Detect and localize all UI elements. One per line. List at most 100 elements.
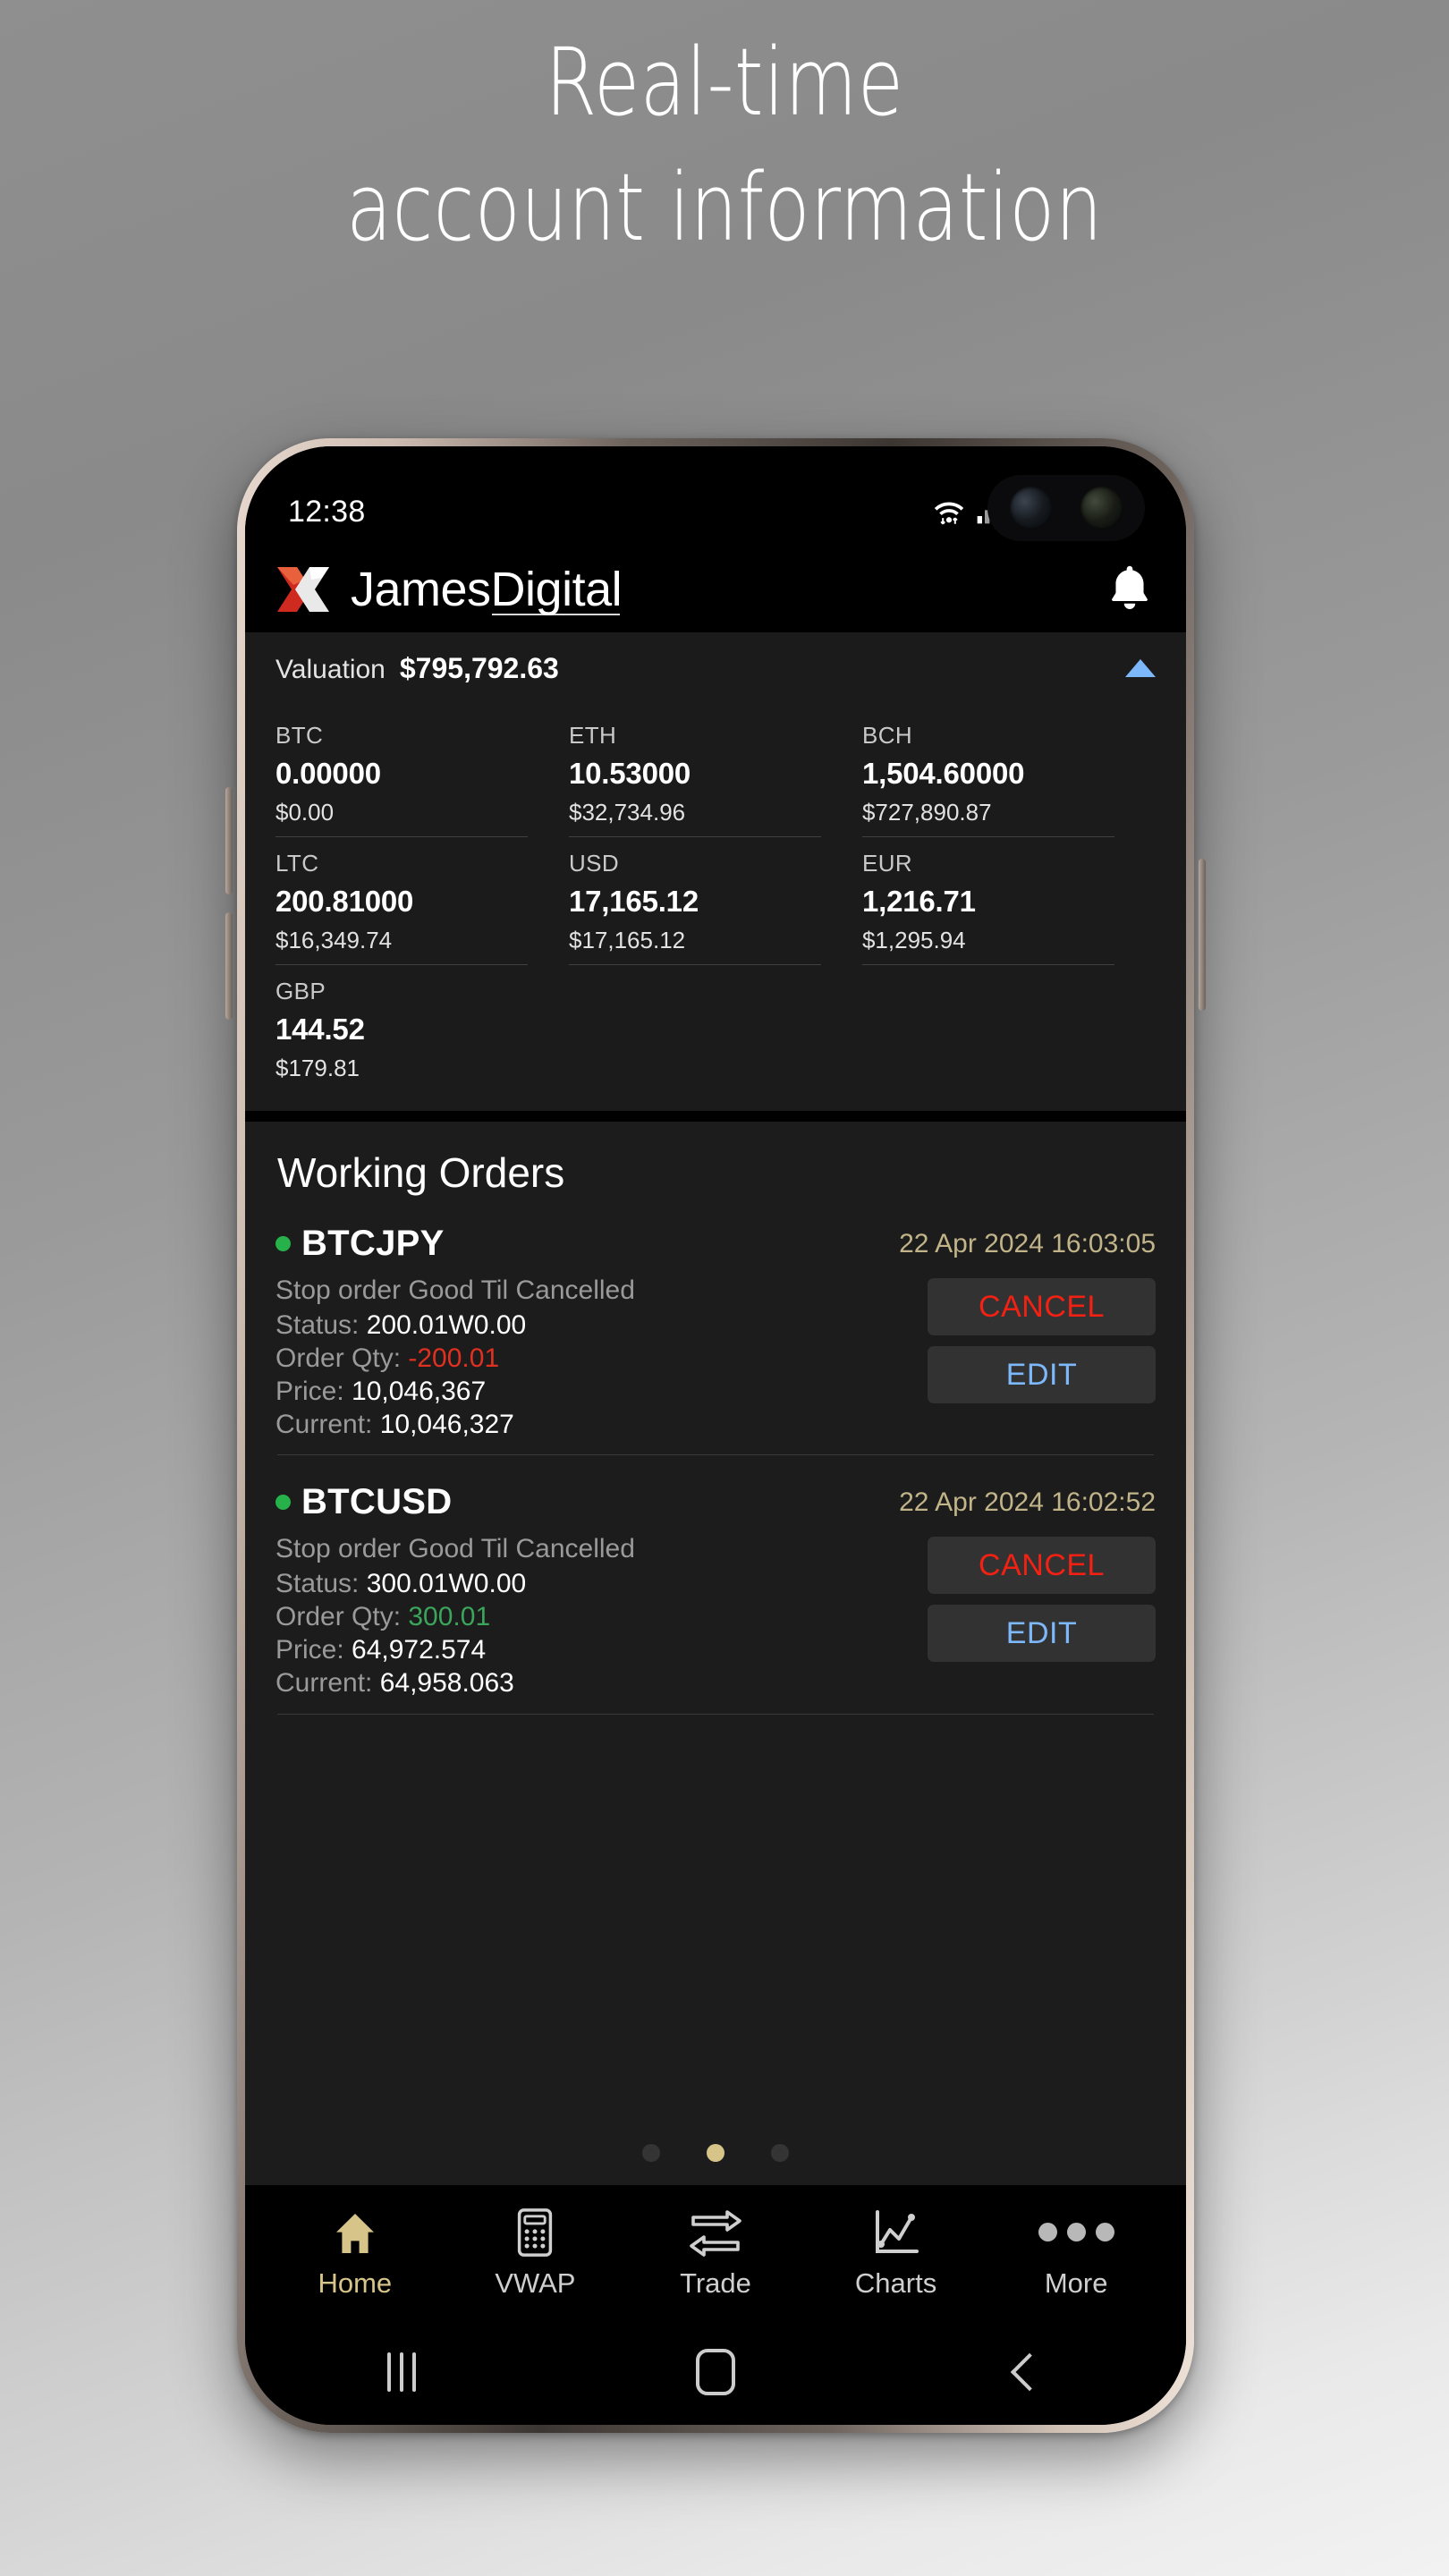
order-price-label: Price: — [275, 1635, 344, 1665]
bottom-tab-bar: Home VWAP Trade Charts More — [245, 2185, 1186, 2319]
balance-cell-eth[interactable]: ETH 10.53000 $32,734.96 — [568, 709, 862, 837]
order-actions: CANCEL EDIT — [928, 1537, 1156, 1663]
promo-line-1: Real-time — [545, 28, 904, 137]
cancel-button[interactable]: CANCEL — [928, 1537, 1156, 1595]
tab-vwap[interactable]: VWAP — [445, 2205, 626, 2300]
front-camera-lens-1 — [1009, 487, 1053, 530]
order-details: Stop order Good Til Cancelled Status: 20… — [275, 1275, 635, 1441]
camera-cutout — [987, 475, 1145, 541]
balance-cell-bch[interactable]: BCH 1,504.60000 $727,890.87 — [861, 709, 1156, 837]
balance-usd: $32,734.96 — [568, 799, 686, 826]
brand-name: JamesDigital — [351, 563, 623, 616]
order-details: Stop order Good Til Cancelled Status: 30… — [275, 1533, 635, 1699]
order-row[interactable]: BTCJPY 22 Apr 2024 16:03:05 Stop order G… — [275, 1216, 1156, 1456]
order-status-value: 200.01W0.00 — [366, 1309, 527, 1340]
balance-amount: 17,165.12 — [568, 885, 699, 918]
order-current-line: Current: 64,958.063 — [275, 1667, 635, 1700]
order-description: Stop order Good Til Cancelled — [275, 1534, 635, 1564]
order-body: Stop order Good Til Cancelled Status: 30… — [275, 1533, 1156, 1699]
order-current-label: Current: — [275, 1409, 373, 1439]
bell-icon[interactable] — [1106, 564, 1154, 615]
page-dot-3[interactable] — [771, 2144, 789, 2162]
page-indicator — [245, 2144, 1186, 2162]
page-dot-1[interactable] — [642, 2144, 660, 2162]
balance-usd: $17,165.12 — [568, 927, 686, 953]
balance-amount: 0.00000 — [275, 757, 381, 790]
balance-cell-btc[interactable]: BTC 0.00000 $0.00 — [275, 709, 569, 837]
order-row[interactable]: BTCUSD 22 Apr 2024 16:02:52 Stop order G… — [275, 1475, 1156, 1716]
balance-usd: $0.00 — [275, 799, 335, 826]
edit-button[interactable]: EDIT — [928, 1605, 1156, 1663]
status-dot-icon — [275, 1495, 291, 1511]
status-bar: 12:38 — [245, 446, 1186, 547]
order-price-value: 64,972.574 — [352, 1635, 487, 1665]
balance-amount: 144.52 — [275, 1013, 365, 1046]
balance-currency: ETH — [568, 722, 617, 749]
balance-amount: 1,504.60000 — [861, 757, 1025, 790]
collapse-triangle-icon[interactable] — [1125, 659, 1156, 677]
home-button[interactable] — [559, 2349, 873, 2395]
order-qty-label: Order Qty: — [275, 1602, 402, 1632]
back-button[interactable] — [872, 2352, 1186, 2392]
home-square-icon — [696, 2349, 735, 2395]
wifi-icon — [934, 502, 964, 525]
page-dot-2[interactable] — [707, 2144, 724, 2162]
volume-down-button[interactable] — [225, 912, 233, 1020]
phone-screen: 12:38 JamesDigital Valuation $795,792.63… — [245, 446, 1186, 2425]
calculator-icon — [510, 2205, 560, 2258]
balance-cell-usd[interactable]: USD 17,165.12 $17,165.12 — [568, 837, 862, 965]
balances-grid: BTC 0.00000 $0.00 ETH 10.53000 $32,734.9… — [245, 704, 1186, 1111]
balance-amount: 200.81000 — [275, 885, 414, 918]
tab-label: More — [1044, 2267, 1108, 2299]
balance-cell-ltc[interactable]: LTC 200.81000 $16,349.74 — [275, 837, 569, 965]
valuation-label: Valuation — [275, 654, 386, 684]
valuation-amount: $795,792.63 — [399, 651, 559, 684]
order-qty-line: Order Qty: -200.01 — [275, 1343, 635, 1376]
balance-currency: GBP — [275, 978, 326, 1004]
recents-button[interactable] — [245, 2352, 559, 2392]
exchange-arrows-icon — [688, 2205, 743, 2258]
order-timestamp: 22 Apr 2024 16:02:52 — [899, 1487, 1156, 1517]
power-button[interactable] — [1199, 859, 1206, 1011]
tab-label: Charts — [854, 2267, 937, 2299]
balance-cell-gbp[interactable]: GBP 144.52 $179.81 — [275, 965, 569, 1093]
tab-charts[interactable]: Charts — [806, 2205, 987, 2300]
order-timestamp: 22 Apr 2024 16:03:05 — [899, 1228, 1156, 1258]
order-status-line: Status: 300.01W0.00 — [275, 1568, 635, 1601]
balance-currency: BCH — [861, 722, 913, 749]
app-header: JamesDigital — [245, 547, 1186, 632]
line-chart-icon — [870, 2205, 922, 2258]
cancel-button[interactable]: CANCEL — [928, 1278, 1156, 1335]
balance-usd: $727,890.87 — [861, 799, 992, 826]
order-body: Stop order Good Til Cancelled Status: 20… — [275, 1275, 1156, 1441]
order-symbol-wrap: BTCUSD — [275, 1482, 452, 1522]
tab-home[interactable]: Home — [265, 2205, 445, 2300]
order-header: BTCJPY 22 Apr 2024 16:03:05 — [275, 1224, 1156, 1264]
balance-cell-eur[interactable]: EUR 1,216.71 $1,295.94 — [861, 837, 1156, 965]
back-chevron-icon — [1010, 2352, 1048, 2392]
working-orders-section: Working Orders BTCJPY 22 Apr 2024 16:03:… — [245, 1122, 1186, 2185]
tab-more[interactable]: More — [986, 2205, 1166, 2300]
edit-button[interactable]: EDIT — [928, 1346, 1156, 1403]
balance-row: GBP 144.52 $179.81 — [275, 965, 1156, 1093]
order-status-value: 300.01W0.00 — [366, 1569, 527, 1599]
tab-label: Trade — [680, 2267, 751, 2299]
order-price-line: Price: 10,046,367 — [275, 1376, 635, 1409]
order-current-line: Current: 10,046,327 — [275, 1409, 635, 1442]
order-description: Stop order Good Til Cancelled — [275, 1275, 635, 1305]
volume-up-button[interactable] — [225, 787, 233, 894]
order-actions: CANCEL EDIT — [928, 1278, 1156, 1403]
valuation-text: Valuation $795,792.63 — [275, 652, 559, 685]
x-logo — [277, 567, 329, 612]
balance-row: LTC 200.81000 $16,349.74 USD 17,165.12 $… — [275, 837, 1156, 965]
balance-cell-blank-1 — [569, 965, 862, 1093]
order-status-line: Status: 200.01W0.00 — [275, 1309, 635, 1343]
order-current-label: Current: — [275, 1668, 373, 1699]
order-symbol: BTCUSD — [301, 1482, 453, 1522]
tab-label: VWAP — [495, 2267, 576, 2299]
order-price-label: Price: — [275, 1376, 344, 1406]
brand: JamesDigital — [275, 562, 623, 617]
promo-headline: Real-time account information — [145, 36, 1304, 254]
valuation-bar[interactable]: Valuation $795,792.63 — [245, 632, 1186, 704]
tab-trade[interactable]: Trade — [625, 2205, 806, 2300]
